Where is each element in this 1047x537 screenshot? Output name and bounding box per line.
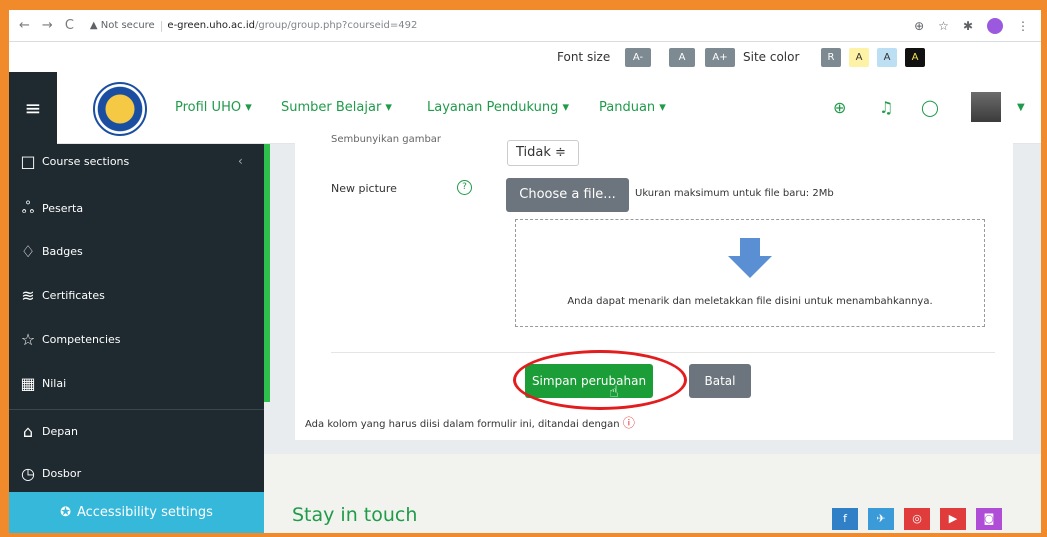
university-logo[interactable]	[93, 82, 147, 136]
required-fields-note: Ada kolom yang harus diisi dalam formuli…	[305, 414, 635, 431]
sidebar-item-label: Badges	[42, 245, 83, 258]
new-picture-label: New picture	[331, 182, 397, 195]
nav-item-layanan-pendukung[interactable]: Layanan Pendukung ▾	[427, 100, 569, 115]
sidebar-item-label: Peserta	[42, 202, 84, 215]
page-footer: Stay in touch f ✈ ◎ ▶ ◙	[264, 454, 1041, 533]
sidebar-item-depan[interactable]: ⌂ Depan	[18, 422, 78, 441]
sidebar-item-peserta[interactable]: ஃ Peserta	[18, 198, 83, 219]
browser-actions: ⊕ ☆ ✱ ⋮	[914, 18, 1029, 34]
sidebar-item-course-sections[interactable]: □ Course sections	[18, 152, 129, 171]
nav-item-profil-uho[interactable]: Profil UHO ▾	[175, 100, 252, 115]
home-icon: ⌂	[22, 422, 34, 441]
bell-icon[interactable]: ♫	[879, 98, 893, 117]
facebook-icon[interactable]: f	[832, 508, 858, 530]
nav-item-sumber-belajar[interactable]: Sumber Belajar ▾	[281, 100, 392, 115]
extensions-icon[interactable]: ✱	[963, 19, 973, 33]
grades-table-icon: ▦	[20, 374, 36, 393]
address-bar[interactable]: e-green.uho.ac.id/group/group.php?course…	[167, 20, 417, 31]
course-sidebar: □ Course sections ‹ ஃ Peserta ♢ Badges ≋…	[9, 144, 270, 533]
sidebar-item-certificates[interactable]: ≋ Certificates	[18, 286, 105, 305]
folder-icon: □	[20, 152, 36, 171]
sidebar-item-label: Certificates	[42, 289, 105, 302]
nav-item-panduan[interactable]: Panduan ▾	[599, 100, 666, 115]
color-blue-button[interactable]: A	[877, 48, 897, 67]
sidebar-divider	[9, 409, 264, 410]
main-navbar: ≡ Profil UHO ▾ Sumber Belajar ▾ Layanan …	[9, 72, 1041, 144]
sidebar-scroll-indicator	[264, 144, 270, 402]
group-form-card: Sembunyikan gambar Tidak ≑ New picture ?…	[295, 134, 1013, 440]
zoom-icon[interactable]: ⊕	[914, 19, 924, 33]
choose-file-button[interactable]: Choose a file...	[506, 178, 629, 212]
hide-picture-select[interactable]: Tidak ≑	[507, 140, 579, 166]
site-color-label: Site color	[743, 50, 800, 64]
twitter-icon[interactable]: ✈	[868, 508, 894, 530]
browser-nav: ← → C	[19, 18, 74, 33]
certificate-icon: ≋	[21, 286, 35, 305]
globe-icon[interactable]: ⊕	[833, 98, 846, 117]
cancel-button[interactable]: Batal	[689, 364, 751, 398]
hand-cursor-icon: ☝	[609, 382, 619, 401]
sidebar-item-competencies[interactable]: ☆ Competencies	[18, 330, 121, 349]
url-domain: e-green.uho.ac.id	[167, 20, 255, 31]
star-icon[interactable]: ☆	[938, 19, 949, 33]
download-arrow-icon	[728, 238, 772, 278]
required-note-text: Ada kolom yang harus diisi dalam formuli…	[305, 419, 620, 430]
url-path: /group/group.php?courseid=492	[254, 20, 418, 31]
accessibility-settings-button[interactable]: ✪ Accessibility settings	[9, 492, 264, 533]
sidebar-item-dosbor[interactable]: ◷ Dosbor	[18, 464, 81, 483]
accessibility-icon: ✪	[60, 505, 71, 520]
sidebar-item-label: Depan	[42, 425, 78, 438]
color-reset-button[interactable]: R	[821, 48, 841, 67]
screen-frame: ← → C ▲ Not secure | e-green.uho.ac.id/g…	[9, 10, 1041, 533]
font-increase-button[interactable]: A+	[705, 48, 735, 67]
help-icon[interactable]: ?	[457, 180, 472, 195]
sidebar-item-badges[interactable]: ♢ Badges	[18, 242, 83, 261]
reload-icon[interactable]: C	[65, 18, 74, 33]
accessibility-label: Accessibility settings	[76, 505, 213, 520]
max-file-size-text: Ukuran maksimum untuk file baru: 2Mb	[635, 188, 834, 199]
drop-zone-text: Anda dapat menarik dan meletakkan file d…	[567, 296, 933, 307]
sidebar-item-label: Competencies	[42, 333, 121, 346]
sidebar-item-nilai[interactable]: ▦ Nilai	[18, 374, 66, 393]
font-reset-button[interactable]: A	[669, 48, 695, 67]
color-yellow-button[interactable]: A	[849, 48, 869, 67]
forward-icon[interactable]: →	[42, 18, 53, 33]
form-divider	[331, 352, 995, 353]
font-size-label: Font size	[557, 50, 611, 64]
file-drop-zone[interactable]: Anda dapat menarik dan meletakkan file d…	[515, 219, 985, 327]
required-icon: ⓘ	[622, 416, 635, 430]
collapse-chevron-icon[interactable]: ‹	[238, 154, 243, 168]
hide-picture-label: Sembunyikan gambar	[331, 134, 442, 145]
sidebar-item-label: Course sections	[42, 155, 130, 168]
browser-chrome: ← → C ▲ Not secure | e-green.uho.ac.id/g…	[9, 10, 1041, 42]
not-secure-badge[interactable]: ▲ Not secure	[90, 20, 155, 31]
menu-toggle-icon[interactable]: ≡	[9, 72, 57, 144]
camera-icon[interactable]: ◙	[976, 508, 1002, 530]
url-divider: |	[159, 19, 164, 32]
profile-avatar-icon[interactable]	[987, 18, 1003, 34]
user-avatar[interactable]	[971, 92, 1001, 122]
badge-icon: ♢	[20, 242, 36, 261]
instagram-icon[interactable]: ◎	[904, 508, 930, 530]
dashboard-icon: ◷	[21, 464, 35, 483]
browser-menu-icon[interactable]: ⋮	[1017, 19, 1029, 33]
color-dark-button[interactable]: A	[905, 48, 925, 67]
highlight-circle	[513, 350, 687, 410]
youtube-icon[interactable]: ▶	[940, 508, 966, 530]
sidebar-item-label: Nilai	[42, 377, 67, 390]
chat-icon[interactable]: ◯	[921, 98, 939, 117]
star-outline-icon: ☆	[20, 330, 36, 349]
user-menu-caret-icon[interactable]: ▼	[1017, 102, 1025, 113]
accessibility-toolbar: Font size A- A A+ Site color R A A A	[9, 42, 1041, 72]
sidebar-item-label: Dosbor	[42, 467, 82, 480]
users-icon: ஃ	[21, 198, 35, 217]
stay-in-touch-heading: Stay in touch	[292, 504, 418, 526]
back-icon[interactable]: ←	[19, 18, 30, 33]
font-decrease-button[interactable]: A-	[625, 48, 651, 67]
